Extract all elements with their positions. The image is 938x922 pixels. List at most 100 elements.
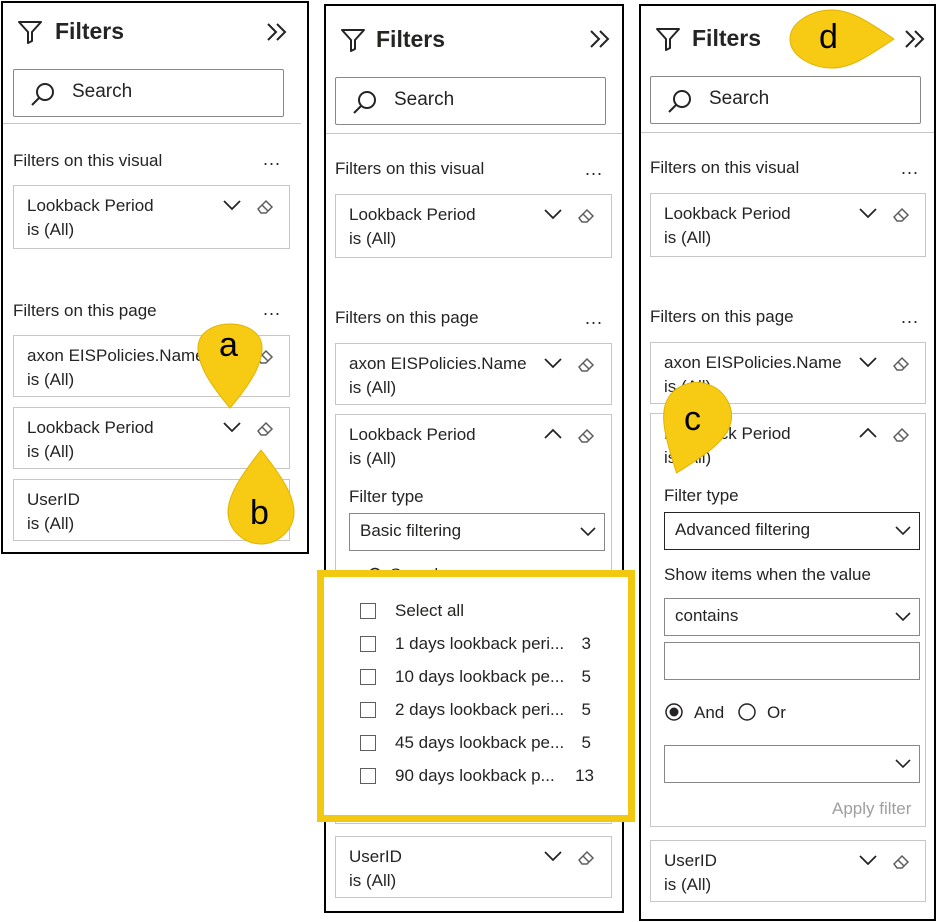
chevron-up-icon[interactable]	[858, 427, 878, 439]
chevron-down-icon[interactable]	[858, 356, 878, 368]
filter-type-label: Filter type	[349, 487, 424, 506]
collapse-pane-icon[interactable]	[903, 28, 927, 50]
card-field: UserID	[664, 851, 717, 870]
section-page-filters: Filters on this page	[335, 308, 479, 327]
item-checkbox[interactable]	[360, 702, 376, 718]
filter-type-dropdown[interactable]: Advanced filtering	[664, 512, 920, 550]
select-all-label: Select all	[395, 601, 464, 620]
chevron-down-icon[interactable]	[222, 199, 242, 211]
callout-a: a	[194, 304, 266, 412]
callout-b: b	[224, 446, 298, 550]
condition-text-input[interactable]	[664, 642, 920, 680]
divider	[3, 123, 301, 124]
more-options-button[interactable]: ...	[901, 158, 919, 179]
callout-c-label: c	[684, 400, 701, 438]
chevron-down-icon	[895, 759, 911, 769]
card-field: Lookback Period	[664, 204, 791, 223]
select-all-checkbox[interactable]	[360, 603, 376, 619]
card-field: Lookback Period	[349, 425, 476, 444]
item-count: 3	[581, 634, 591, 653]
card-state: is (All)	[349, 449, 397, 468]
chevron-down-icon[interactable]	[543, 357, 563, 369]
more-options-button[interactable]: ...	[585, 159, 603, 180]
search-input[interactable]: Search	[13, 69, 284, 117]
chevron-down-icon[interactable]	[543, 850, 563, 862]
chevron-down-icon[interactable]	[222, 421, 242, 433]
callout-d-label: d	[819, 18, 838, 56]
chevron-down-icon[interactable]	[858, 854, 878, 866]
item-count: 13	[575, 766, 594, 785]
second-condition-dropdown[interactable]	[664, 745, 920, 783]
condition-dropdown[interactable]: contains	[664, 598, 920, 636]
chevron-down-icon	[580, 527, 596, 537]
item-checkbox[interactable]	[360, 735, 376, 751]
filter-icon	[17, 19, 43, 45]
card-state: is (All)	[349, 378, 397, 397]
more-options-button[interactable]: ...	[585, 308, 603, 329]
show-items-label: Show items when the value	[664, 565, 871, 584]
card-state: is (All)	[27, 442, 75, 461]
filter-card-userid[interactable]: UserID is (All)	[650, 840, 926, 902]
item-checkbox[interactable]	[360, 768, 376, 784]
search-input[interactable]: Search	[335, 77, 606, 125]
more-options-button[interactable]: ...	[901, 307, 919, 328]
card-state: is (All)	[664, 228, 712, 247]
section-visual-filters: Filters on this visual	[650, 158, 800, 177]
card-state: is (All)	[349, 229, 397, 248]
callout-a-label: a	[219, 326, 238, 364]
item-checkbox[interactable]	[360, 669, 376, 685]
filter-type-value: Advanced filtering	[675, 520, 811, 539]
card-field: Lookback Period	[27, 418, 154, 437]
callout-c: c	[656, 370, 732, 480]
pane-title: Filters	[376, 26, 446, 52]
filter-icon	[655, 26, 681, 52]
chevron-down-icon[interactable]	[858, 207, 878, 219]
eraser-icon[interactable]	[255, 418, 275, 438]
eraser-icon[interactable]	[255, 196, 275, 216]
item-label: 90 days lookback p...	[395, 766, 555, 785]
item-label: 10 days lookback pe...	[395, 667, 565, 686]
eraser-icon[interactable]	[576, 205, 596, 225]
search-icon	[667, 89, 693, 115]
eraser-icon[interactable]	[576, 847, 596, 867]
pane-title: Filters	[55, 18, 125, 44]
and-label: And	[694, 703, 725, 722]
filter-card-lookback-visual[interactable]: Lookback Period is (All)	[335, 194, 612, 258]
callout-d: d	[786, 6, 898, 72]
filter-card-lookback-visual[interactable]: Lookback Period is (All)	[650, 193, 926, 257]
filter-card-lookback-visual[interactable]: Lookback Period is (All)	[13, 185, 290, 249]
eraser-icon[interactable]	[891, 204, 911, 224]
collapse-pane-icon[interactable]	[265, 21, 289, 43]
card-field: UserID	[27, 490, 80, 509]
card-field: axon EISPolicies.Name	[27, 346, 205, 365]
search-placeholder: Search	[72, 81, 133, 102]
eraser-icon[interactable]	[576, 425, 596, 445]
item-label: 45 days lookback pe...	[395, 733, 565, 752]
chevron-up-icon[interactable]	[543, 428, 563, 440]
or-radio[interactable]	[737, 702, 757, 722]
search-input[interactable]: Search	[650, 76, 921, 124]
eraser-icon[interactable]	[576, 354, 596, 374]
item-label: 2 days lookback peri...	[395, 700, 565, 719]
filter-type-label: Filter type	[664, 486, 739, 505]
divider	[641, 132, 934, 133]
item-checkbox[interactable]	[360, 636, 376, 652]
chevron-down-icon	[895, 612, 911, 622]
eraser-icon[interactable]	[891, 424, 911, 444]
card-field: UserID	[349, 847, 402, 866]
filter-card-userid[interactable]: UserID is (All)	[335, 836, 612, 898]
eraser-icon[interactable]	[891, 353, 911, 373]
more-options-button[interactable]: ...	[263, 149, 281, 170]
section-page-filters: Filters on this page	[13, 301, 157, 320]
filter-card-policy-name[interactable]: axon EISPolicies.Name is (All)	[335, 343, 612, 405]
eraser-icon[interactable]	[891, 851, 911, 871]
filter-type-dropdown[interactable]: Basic filtering	[349, 513, 605, 551]
card-state: is (All)	[27, 370, 75, 389]
collapse-pane-icon[interactable]	[588, 28, 612, 50]
and-radio[interactable]	[664, 702, 684, 722]
item-label: 1 days lookback peri...	[395, 634, 565, 653]
item-count: 5	[581, 700, 591, 719]
chevron-down-icon[interactable]	[543, 208, 563, 220]
card-field: Lookback Period	[349, 205, 476, 224]
apply-filter-button[interactable]: Apply filter	[832, 799, 911, 819]
